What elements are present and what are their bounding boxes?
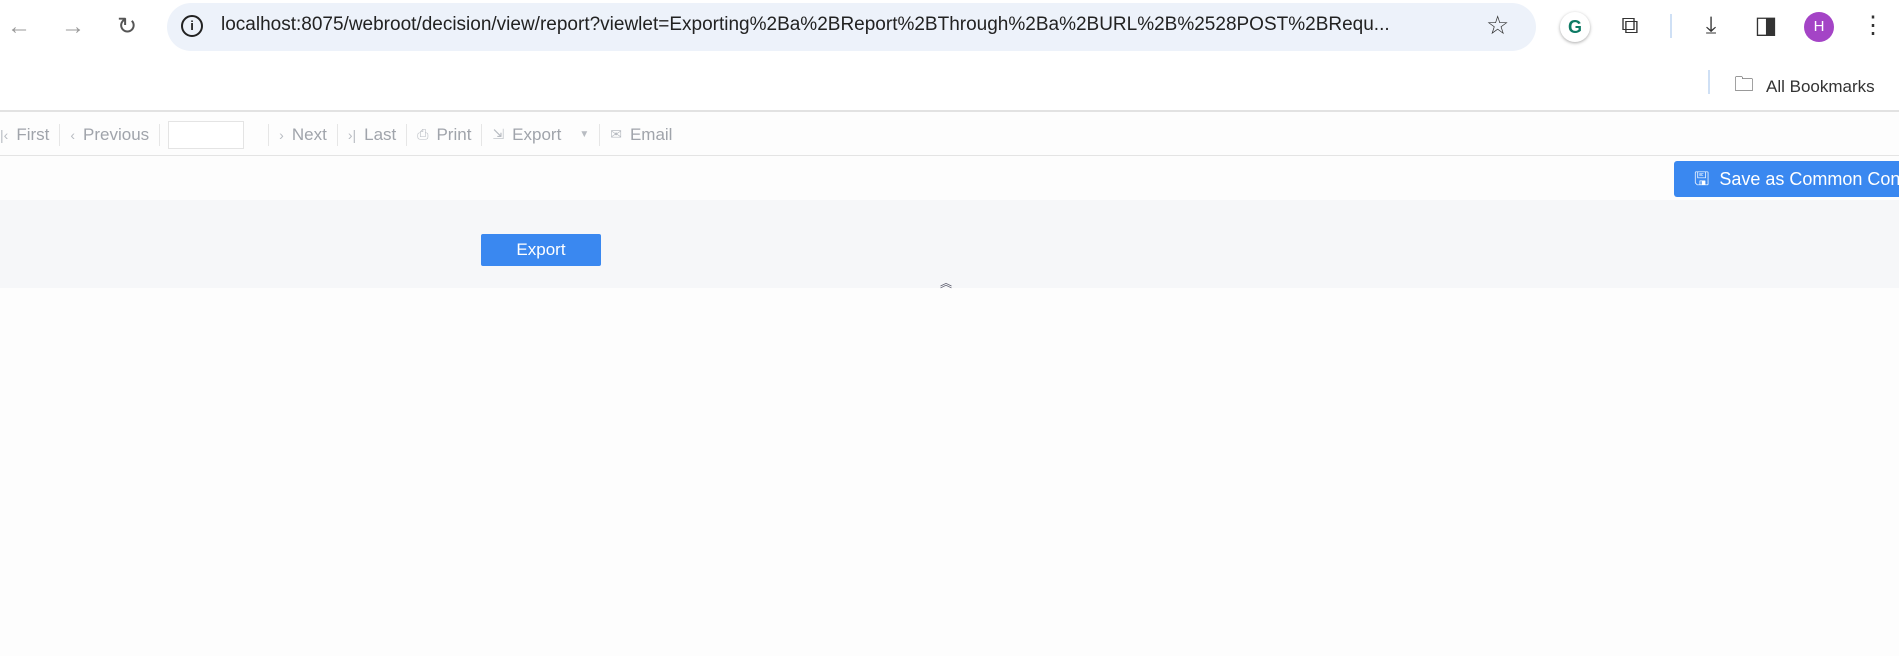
bookmark-star-icon[interactable]: ☆ (1486, 10, 1509, 41)
grammarly-extension-icon[interactable]: G (1560, 12, 1590, 42)
extensions-puzzle-icon[interactable]: ⧉ (1614, 10, 1646, 42)
save-label: Save as Common Con (1719, 169, 1899, 189)
collapse-panel-icon[interactable]: ︽ (940, 274, 952, 291)
divider (1708, 70, 1710, 94)
menu-kebab-icon[interactable]: ⋮ (1857, 10, 1889, 42)
bookmarks-label: All Bookmarks (1766, 77, 1875, 96)
forward-icon[interactable]: → (58, 12, 88, 42)
print-button[interactable]: ⎙ Print (407, 123, 483, 146)
page-number-input[interactable] (168, 120, 245, 149)
export-label: Export (512, 124, 562, 144)
save-disk-icon: 🖫 (1694, 169, 1710, 189)
previous-button[interactable]: ‹ Previous (60, 123, 161, 146)
previous-label: Previous (83, 124, 150, 144)
printer-icon: ⎙ (417, 126, 429, 142)
envelope-icon: ✉ (610, 126, 622, 142)
first-button[interactable]: |‹ First (0, 123, 61, 146)
email-label: Email (629, 124, 673, 144)
first-page-icon: |‹ (0, 126, 9, 143)
last-label: Last (364, 124, 397, 144)
next-button[interactable]: › Next (268, 123, 338, 146)
reload-icon[interactable]: ↻ (112, 12, 142, 42)
divider (1670, 14, 1672, 38)
download-icon[interactable]: ⤓ (1695, 10, 1727, 42)
next-label: Next (291, 124, 327, 144)
next-icon: › (279, 126, 284, 143)
all-bookmarks-button[interactable]: 🗀 All Bookmarks (1734, 70, 1875, 104)
print-label: Print (436, 124, 472, 144)
export-button[interactable]: Export (481, 234, 601, 266)
email-button[interactable]: ✉ Email (600, 124, 682, 146)
url-text[interactable]: localhost:8075/webroot/decision/view/rep… (221, 14, 1481, 36)
report-toolbar: |‹ First ‹ Previous › Next ›| Last ⎙ Print ⇲ E… (0, 114, 1899, 156)
save-as-common-button[interactable]: 🖫 Save as Common Con (1674, 161, 1899, 197)
last-page-icon: ›| (347, 126, 357, 143)
export-icon: ⇲ (492, 126, 505, 142)
export-menu-button[interactable]: ⇲ Export ▼ (482, 123, 601, 146)
last-button[interactable]: ›| Last (338, 123, 408, 146)
dropdown-arrow-icon: ▼ (579, 129, 590, 140)
back-icon[interactable]: ← (4, 12, 34, 42)
first-label: First (16, 124, 50, 144)
browser-chrome: ← → ↻ i localhost:8075/webroot/decision/… (0, 0, 1899, 112)
avatar[interactable]: H (1804, 12, 1834, 42)
side-panel-icon[interactable]: ◨ (1750, 10, 1782, 42)
folder-icon: 🗀 (1734, 74, 1754, 96)
previous-icon: ‹ (70, 126, 76, 143)
site-info-icon[interactable]: i (181, 15, 203, 37)
